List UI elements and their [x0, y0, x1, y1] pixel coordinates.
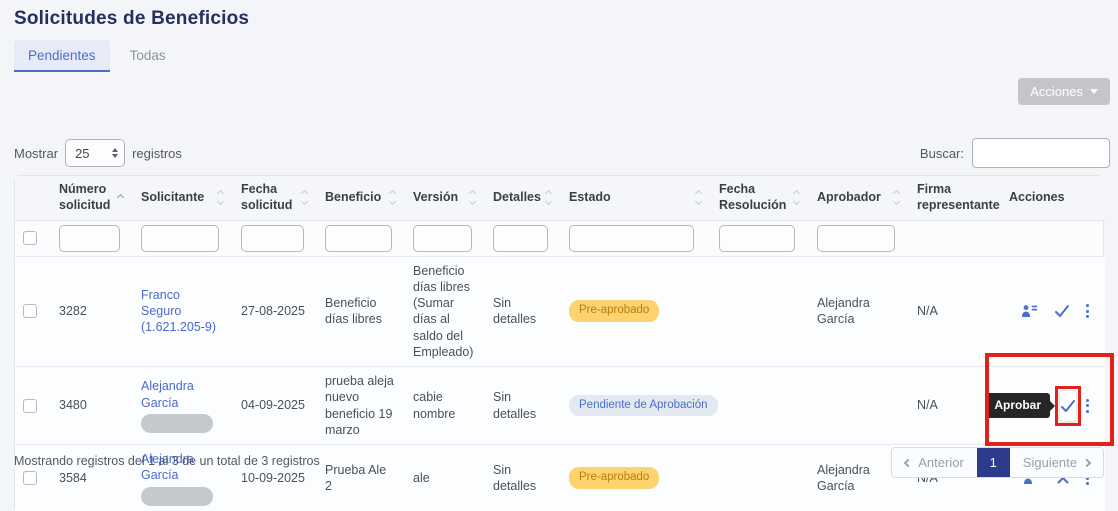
- status-badge: Pendiente de Aprobación: [569, 395, 718, 417]
- column-solicitante[interactable]: Solicitante: [133, 176, 233, 220]
- filter-estado-input[interactable]: [569, 225, 694, 252]
- table-row: 3282 Franco Seguro (1.621.205-9) 27-08-2…: [15, 256, 1105, 367]
- sort-icon: [218, 191, 223, 204]
- column-firma-representante: Firma representante: [909, 176, 1001, 220]
- row-checkbox[interactable]: [23, 471, 37, 485]
- cell-fecha-solicitud: 04-09-2025: [233, 367, 317, 445]
- filter-detalles-input[interactable]: [493, 225, 548, 252]
- cell-aprobador: Alejandra García: [809, 256, 909, 367]
- redacted-id-blob: [141, 487, 213, 506]
- sort-icon: [794, 191, 799, 204]
- approve-check-button[interactable]: [1059, 390, 1077, 422]
- page-title: Solicitudes de Beneficios: [14, 8, 249, 30]
- status-badge: Pre-aprobado: [569, 467, 659, 489]
- filter-beneficio-input[interactable]: [325, 225, 392, 252]
- column-numero-solicitud[interactable]: Número solicitud: [51, 176, 133, 220]
- cell-fecha-resolucion: [711, 367, 809, 445]
- table-header-row: Número solicitud Solicitante Fecha solic…: [15, 176, 1105, 220]
- cell-beneficio: Beneficio días libres: [317, 256, 405, 367]
- records-info: Mostrando registros del 1 al 3 de un tot…: [14, 454, 320, 468]
- chevron-left-icon: [904, 458, 912, 466]
- cell-detalles: Sin detalles: [485, 367, 561, 445]
- acciones-button[interactable]: Acciones: [1018, 78, 1110, 105]
- row-checkbox[interactable]: [23, 304, 37, 318]
- cell-numero: 3480: [51, 367, 133, 445]
- column-version[interactable]: Versión: [405, 176, 485, 220]
- search-control: Buscar:: [920, 138, 1110, 168]
- cell-beneficio: prueba aleja nuevo beneficio 19 marzo: [317, 367, 405, 445]
- page-length-select[interactable]: 25: [65, 139, 125, 167]
- column-estado[interactable]: Estado: [561, 176, 711, 220]
- cell-fecha-resolucion: [711, 256, 809, 367]
- filter-fecha-resolucion-input[interactable]: [719, 225, 795, 252]
- select-all-checkbox[interactable]: [23, 231, 37, 245]
- column-detalles[interactable]: Detalles: [485, 176, 561, 220]
- column-fecha-resolucion[interactable]: Fecha Resolución: [711, 176, 809, 220]
- page-length-prefix: Mostrar: [14, 146, 58, 161]
- user-list-icon[interactable]: [1021, 304, 1038, 318]
- approve-check-icon[interactable]: [1054, 304, 1070, 318]
- cell-numero: 3282: [51, 256, 133, 367]
- filter-numero-solicitud-input[interactable]: [59, 225, 120, 252]
- approve-check-icon: [1060, 399, 1076, 413]
- search-input[interactable]: [972, 138, 1110, 168]
- search-label: Buscar:: [920, 146, 964, 161]
- cell-version: ale: [405, 445, 485, 511]
- filter-fecha-solicitud-input[interactable]: [241, 225, 304, 252]
- sort-icon: [302, 191, 307, 204]
- cell-version: Beneficio días libres (Sumar días al sal…: [405, 256, 485, 367]
- solicitante-link[interactable]: Franco Seguro (1.621.205-9): [141, 288, 216, 335]
- cell-fecha-solicitud: 27-08-2025: [233, 256, 317, 367]
- solicitudes-page: Solicitudes de Beneficios Pendientes Tod…: [0, 0, 1118, 511]
- tab-bar: Pendientes Todas: [14, 40, 180, 72]
- cell-beneficio: Prueba Ale 2: [317, 445, 405, 511]
- table-filter-row: [15, 220, 1105, 256]
- sort-asc-icon: [118, 195, 123, 200]
- more-actions-icon[interactable]: [1086, 304, 1089, 318]
- chevron-down-icon: [1090, 89, 1098, 94]
- sort-icon: [390, 191, 395, 204]
- column-fecha-solicitud[interactable]: Fecha solicitud: [233, 176, 317, 220]
- next-page-button[interactable]: Siguiente: [1010, 448, 1103, 477]
- redacted-id-blob: [141, 414, 213, 433]
- tab-todas[interactable]: Todas: [116, 40, 180, 72]
- cell-aprobador: [809, 367, 909, 445]
- page-length-suffix: registros: [132, 146, 182, 161]
- row-checkbox[interactable]: [23, 399, 37, 413]
- cell-version: cabie nombre: [405, 367, 485, 445]
- aprobar-tooltip: Aprobar: [985, 393, 1050, 419]
- chevron-right-icon: [1083, 458, 1091, 466]
- pagination: Anterior 1 Siguiente: [891, 447, 1104, 478]
- more-actions-icon[interactable]: [1086, 399, 1089, 413]
- column-aprobador[interactable]: Aprobador: [809, 176, 909, 220]
- previous-page-button[interactable]: Anterior: [892, 448, 977, 477]
- cell-firma-representante: N/A: [909, 256, 1001, 367]
- status-badge: Pre-aprobado: [569, 300, 659, 322]
- header-checkbox-column: [15, 176, 51, 220]
- page-number-button[interactable]: 1: [977, 448, 1010, 477]
- sort-icon: [696, 191, 701, 204]
- filter-version-input[interactable]: [413, 225, 472, 252]
- sort-icon: [894, 191, 899, 204]
- acciones-button-label: Acciones: [1030, 84, 1083, 99]
- tab-pendientes[interactable]: Pendientes: [14, 40, 110, 72]
- cell-detalles: Sin detalles: [485, 256, 561, 367]
- next-page-label: Siguiente: [1023, 455, 1077, 470]
- cell-detalles: Sin detalles: [485, 445, 561, 511]
- sort-icon: [470, 191, 475, 204]
- sort-icon: [546, 191, 551, 204]
- page-length-control: Mostrar 25 registros: [14, 139, 182, 167]
- table-row: 3480 Alejandra García 04-09-2025 prueba …: [15, 367, 1105, 445]
- filter-solicitante-input[interactable]: [141, 225, 219, 252]
- column-acciones: Acciones: [1001, 176, 1105, 220]
- previous-page-label: Anterior: [918, 455, 964, 470]
- column-beneficio[interactable]: Beneficio: [317, 176, 405, 220]
- solicitante-link[interactable]: Alejandra García: [141, 379, 194, 409]
- cell-fecha-resolucion: [711, 445, 809, 511]
- table-controls: Mostrar 25 registros Buscar:: [14, 138, 1110, 168]
- filter-aprobador-input[interactable]: [817, 225, 895, 252]
